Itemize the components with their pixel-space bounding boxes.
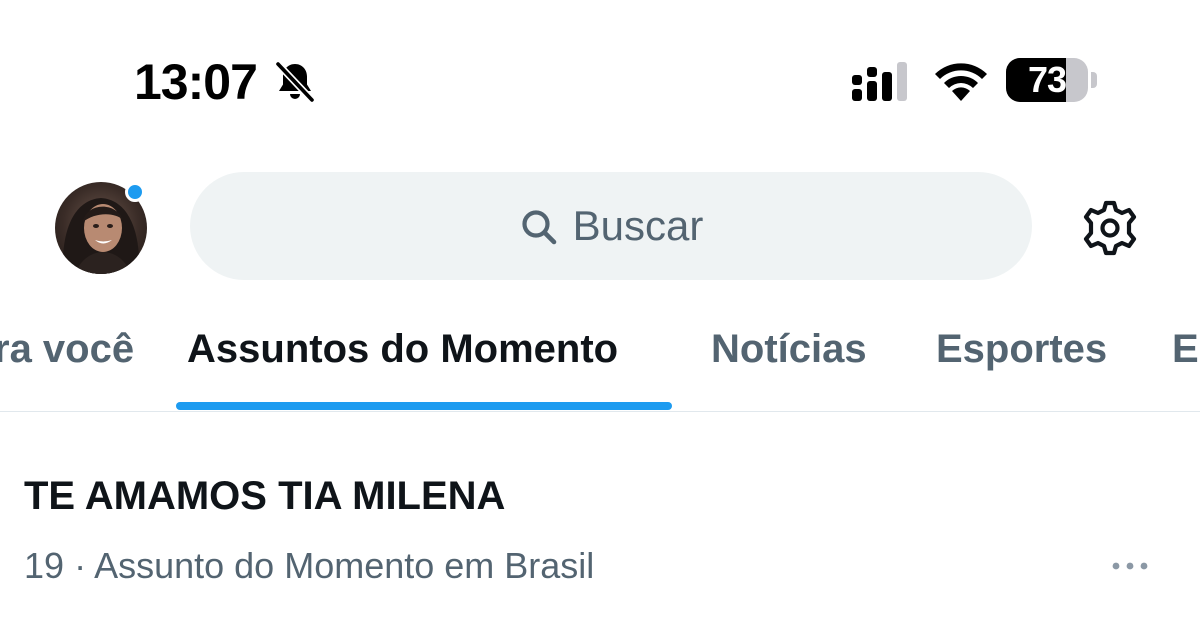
search-icon	[522, 210, 556, 245]
battery-indicator: 73	[1006, 58, 1098, 104]
trend-separator: ·	[74, 545, 87, 586]
bell-muted-icon	[274, 60, 316, 104]
notification-dot	[125, 182, 145, 202]
status-time: 13:07	[134, 54, 258, 110]
battery-percent: 73	[1027, 59, 1067, 100]
tab-bar: ra você Assuntos do Momento Notícias Esp…	[0, 300, 1200, 412]
tab-para-voce[interactable]: ra você	[0, 300, 134, 411]
more-options-icon[interactable]	[1104, 552, 1156, 580]
tab-assuntos-do-momento[interactable]: Assuntos do Momento	[187, 300, 618, 411]
trend-rank: 19	[24, 545, 65, 586]
battery-shell: 73	[1006, 58, 1088, 102]
search-placeholder: Buscar	[572, 202, 704, 249]
trend-title: TE AMAMOS TIA MILENA	[24, 474, 506, 518]
search-input[interactable]: Buscar	[190, 172, 1032, 280]
status-bar: 13:07 73	[0, 0, 1200, 150]
tab-esportes[interactable]: Esportes	[936, 300, 1107, 411]
gear-icon[interactable]	[1080, 198, 1140, 258]
cellular-signal-icon	[852, 62, 907, 101]
wifi-icon	[935, 63, 987, 101]
trend-meta: 19 · Assunto do Momento em Brasil	[24, 544, 594, 588]
battery-cap	[1091, 72, 1097, 88]
active-tab-indicator	[176, 402, 672, 410]
tab-noticias[interactable]: Notícias	[711, 300, 867, 411]
trend-item[interactable]: TE AMAMOS TIA MILENA 19 · Assunto do Mom…	[0, 412, 1200, 640]
trend-context: Assunto do Momento em Brasil	[94, 545, 595, 586]
tab-partial[interactable]: E	[1172, 300, 1199, 411]
avatar[interactable]	[55, 182, 147, 274]
